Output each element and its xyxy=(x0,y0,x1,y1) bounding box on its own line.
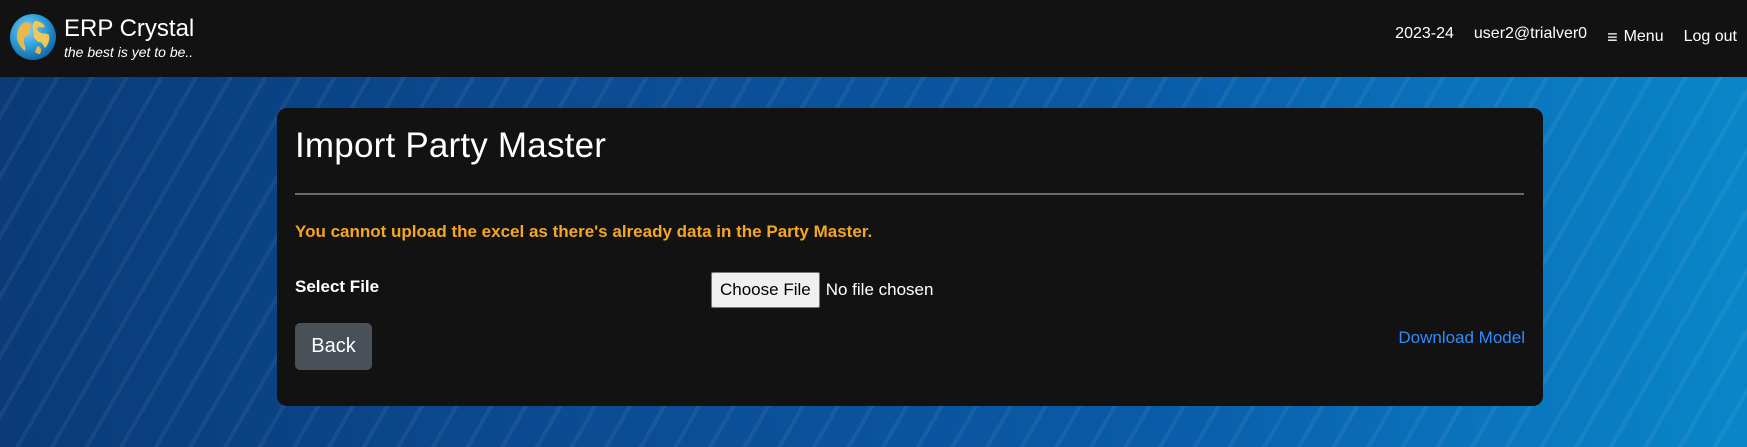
current-user[interactable]: user2@trialver0 xyxy=(1474,25,1587,43)
hamburger-icon: ≡ xyxy=(1607,27,1618,47)
select-file-label: Select File xyxy=(295,277,380,296)
logout-link[interactable]: Log out xyxy=(1684,28,1737,46)
top-navbar: ERP Crystal the best is yet to be.. 2023… xyxy=(0,0,1747,77)
title-divider xyxy=(295,193,1524,195)
globe-logo-icon xyxy=(10,14,56,60)
file-input[interactable]: Choose File No file chosen xyxy=(711,272,933,308)
file-status: No file chosen xyxy=(825,280,934,299)
menu-label: Menu xyxy=(1623,28,1664,45)
menu-button[interactable]: ≡ Menu xyxy=(1607,28,1664,46)
navbar-right: 2023-24 user2@trialver0 ≡ Menu Log out xyxy=(1395,22,1737,46)
download-model-link[interactable]: Download Model xyxy=(1398,328,1525,348)
choose-file-button[interactable]: Choose File xyxy=(711,272,820,308)
app-tagline: the best is yet to be.. xyxy=(64,44,194,60)
import-card: Import Party Master You cannot upload th… xyxy=(277,108,1543,406)
back-button[interactable]: Back xyxy=(295,323,372,370)
fiscal-year[interactable]: 2023-24 xyxy=(1395,25,1454,43)
page-title: Import Party Master xyxy=(295,126,607,165)
brand[interactable]: ERP Crystal the best is yet to be.. xyxy=(8,12,194,62)
app-title: ERP Crystal xyxy=(64,15,195,42)
warning-message: You cannot upload the excel as there's a… xyxy=(295,222,873,241)
